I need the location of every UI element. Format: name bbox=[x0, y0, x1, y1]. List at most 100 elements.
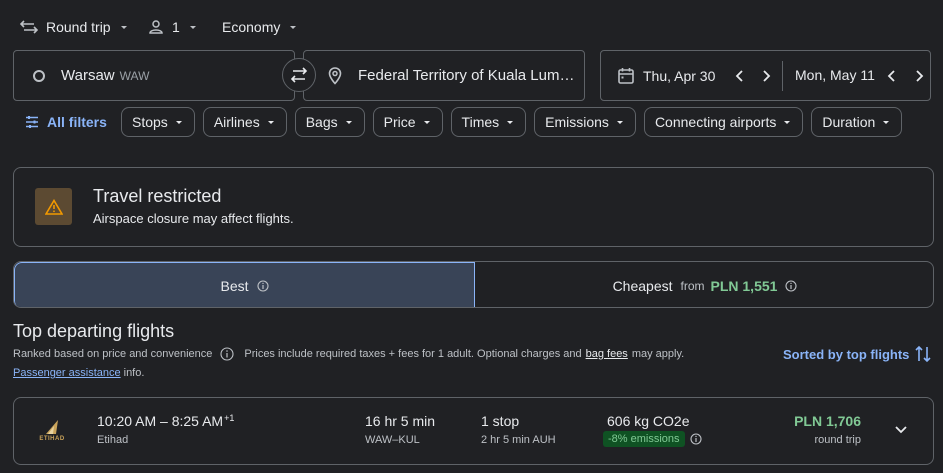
flight-route: WAW–KUL bbox=[365, 434, 420, 446]
chevron-down-icon bbox=[893, 424, 909, 436]
origin-field[interactable]: Warsaw WAW bbox=[13, 50, 295, 101]
plus-day: +1 bbox=[224, 413, 235, 423]
sort-by-button[interactable]: Sorted by top flights bbox=[783, 345, 931, 363]
filter-chip-times[interactable]: Times bbox=[450, 107, 527, 137]
cabin-class-selector[interactable]: Economy bbox=[222, 17, 298, 37]
passenger-count: 1 bbox=[172, 19, 180, 35]
origin-circle-icon bbox=[32, 69, 46, 83]
expand-flight-button[interactable] bbox=[893, 424, 909, 436]
caret-down-icon bbox=[782, 117, 792, 127]
chip-label: Price bbox=[383, 114, 416, 130]
tab-best[interactable]: Best bbox=[14, 262, 475, 307]
emissions-badge: -8% emissions bbox=[603, 431, 685, 447]
tab-best-label: Best bbox=[220, 277, 249, 294]
depart-prev-button[interactable] bbox=[733, 68, 747, 84]
caret-down-icon bbox=[288, 22, 298, 32]
filter-chip-price[interactable]: Price bbox=[372, 107, 443, 137]
destination-text: Federal Territory of Kuala Lum… bbox=[358, 67, 575, 84]
origin-code: WAW bbox=[119, 68, 150, 83]
prices-info-text: Prices include required taxes + fees for… bbox=[244, 348, 582, 360]
date-divider bbox=[782, 61, 783, 91]
caret-down-icon bbox=[422, 117, 432, 127]
return-date-field[interactable]: Mon, May 11 bbox=[795, 67, 875, 83]
chip-label: Bags bbox=[305, 114, 338, 130]
return-date: Mon, May 11 bbox=[795, 67, 875, 83]
results-heading: Top departing flights bbox=[13, 321, 175, 341]
passenger-assistance-line: Passenger assistance info. bbox=[13, 367, 144, 379]
chevron-left-icon bbox=[733, 68, 747, 84]
swap-arrows-icon bbox=[290, 67, 308, 83]
chip-label: Times bbox=[461, 114, 500, 130]
chevron-left-icon bbox=[885, 68, 899, 84]
chip-label: Airlines bbox=[213, 114, 260, 130]
airline-name: Etihad bbox=[97, 434, 129, 446]
cabin-class-label: Economy bbox=[222, 19, 281, 35]
warning-icon bbox=[35, 188, 72, 225]
travel-restricted-notice: Travel restricted Airspace closure may a… bbox=[13, 167, 934, 247]
return-prev-button[interactable] bbox=[885, 68, 899, 84]
origin-city: Warsaw bbox=[61, 67, 115, 84]
info-icon[interactable] bbox=[256, 279, 269, 292]
destination-field[interactable]: Federal Territory of Kuala Lum… bbox=[303, 50, 585, 101]
tab-cheapest[interactable]: Cheapest from PLN 1,551 bbox=[475, 262, 933, 307]
passenger-assistance-link[interactable]: Passenger assistance bbox=[13, 367, 121, 379]
logo-text: ETIHAD bbox=[39, 436, 65, 442]
passenger-selector[interactable]: 1 bbox=[148, 17, 198, 37]
info-icon[interactable] bbox=[785, 279, 797, 292]
caret-down-icon bbox=[505, 117, 515, 127]
chip-label: Stops bbox=[132, 114, 168, 130]
ranked-text: Ranked based on price and convenience bbox=[13, 348, 213, 360]
flight-price: PLN 1,706 bbox=[794, 413, 861, 429]
may-apply-text: may apply. bbox=[631, 348, 685, 360]
trip-type-label: Round trip bbox=[46, 19, 111, 35]
notice-title: Travel restricted bbox=[93, 186, 222, 206]
caret-down-icon bbox=[881, 117, 891, 127]
swap-locations-button[interactable] bbox=[282, 58, 316, 92]
caret-down-icon bbox=[344, 117, 354, 127]
tab-cheapest-from: from bbox=[680, 278, 705, 293]
sliders-icon bbox=[25, 115, 39, 129]
chip-label: Emissions bbox=[545, 114, 609, 130]
filter-chip-duration[interactable]: Duration bbox=[811, 107, 903, 137]
depart-next-button[interactable] bbox=[759, 68, 773, 84]
flight-time-range: 10:20 AM – 8:25 AM bbox=[97, 413, 224, 429]
chevron-right-icon bbox=[912, 68, 926, 84]
flight-times: 10:20 AM – 8:25 AM +1 bbox=[97, 413, 234, 429]
date-range-field: Thu, Apr 30 Mon, May 11 bbox=[600, 50, 931, 101]
filter-chip-stops[interactable]: Stops bbox=[121, 107, 195, 137]
caret-down-icon bbox=[174, 117, 184, 127]
sort-tabs: Best Cheapest from PLN 1,551 bbox=[13, 261, 934, 308]
tab-cheapest-label: Cheapest bbox=[612, 277, 673, 294]
trip-type-selector[interactable]: Round trip bbox=[20, 17, 129, 37]
location-pin-icon bbox=[328, 66, 342, 85]
price-note: round trip bbox=[814, 434, 861, 446]
sort-label: Sorted by top flights bbox=[783, 346, 910, 362]
depart-date: Thu, Apr 30 bbox=[643, 68, 716, 84]
filter-chip-bags[interactable]: Bags bbox=[294, 107, 365, 137]
chip-label: Duration bbox=[822, 114, 876, 130]
filter-chips: Stops Airlines Bags Price Times Emission… bbox=[121, 107, 903, 137]
flight-duration: 16 hr 5 min bbox=[365, 413, 436, 429]
chip-label: Connecting airports bbox=[654, 114, 777, 130]
filter-chip-connecting-airports[interactable]: Connecting airports bbox=[643, 107, 804, 137]
caret-down-icon bbox=[615, 117, 625, 127]
calendar-icon bbox=[617, 67, 635, 85]
info-icon[interactable] bbox=[220, 347, 234, 361]
info-text: info. bbox=[123, 367, 145, 379]
caret-down-icon bbox=[119, 22, 129, 32]
return-next-button[interactable] bbox=[912, 68, 926, 84]
filter-chip-airlines[interactable]: Airlines bbox=[202, 107, 287, 137]
chevron-right-icon bbox=[759, 68, 773, 84]
emissions-badge-wrap: -8% emissions bbox=[603, 431, 702, 447]
depart-date-field[interactable]: Thu, Apr 30 bbox=[617, 67, 715, 85]
results-subtext: Ranked based on price and convenience Pr… bbox=[13, 347, 684, 361]
all-filters-label: All filters bbox=[47, 114, 107, 130]
flight-result-row[interactable]: ETIHAD 10:20 AM – 8:25 AM +1 Etihad 16 h… bbox=[13, 397, 934, 465]
tab-cheapest-price: PLN 1,551 bbox=[710, 277, 778, 294]
bag-fees-link[interactable]: bag fees bbox=[586, 348, 628, 360]
filter-chip-emissions[interactable]: Emissions bbox=[534, 107, 636, 137]
all-filters-button[interactable]: All filters bbox=[25, 112, 107, 132]
info-icon[interactable] bbox=[689, 433, 702, 445]
layover-info: 2 hr 5 min AUH bbox=[481, 434, 556, 446]
sort-arrows-icon bbox=[915, 345, 931, 363]
